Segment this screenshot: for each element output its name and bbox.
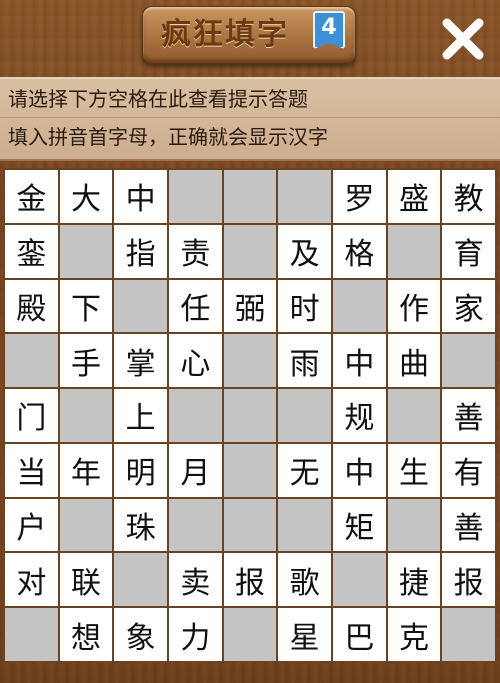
grid-cell-filled[interactable]: 想 <box>59 608 113 661</box>
grid-cell-empty[interactable] <box>387 224 441 278</box>
grid-cell-filled[interactable]: 善 <box>442 389 495 442</box>
grid-cell-filled[interactable]: 心 <box>169 334 222 388</box>
grid-cell-empty[interactable] <box>5 334 58 388</box>
grid-cell-empty[interactable] <box>59 224 113 278</box>
grid-cell-empty[interactable] <box>442 334 495 388</box>
grid-cell-empty[interactable] <box>387 498 441 552</box>
grid-cell-empty[interactable] <box>223 443 277 497</box>
grid-cell-filled[interactable]: 矩 <box>333 498 386 552</box>
grid-cell-filled[interactable]: 年 <box>59 443 113 497</box>
grid-cell-filled[interactable]: 门 <box>5 389 58 442</box>
grid-cell-empty[interactable] <box>387 389 441 442</box>
grid-cell-empty[interactable] <box>278 170 331 223</box>
grid-cell-filled[interactable]: 联 <box>59 553 113 607</box>
grid-cell-filled[interactable]: 弼 <box>223 279 277 333</box>
crossword-grid: 金大中罗盛教銮指责及格育殿下任弼时作家手掌心雨中曲门上规善当年明月无中生有户珠矩… <box>3 168 497 663</box>
grid-cell-empty[interactable] <box>442 608 495 661</box>
grid-cell-empty[interactable] <box>59 498 113 552</box>
grid-cell-filled[interactable]: 中 <box>114 170 167 223</box>
grid-cell-empty[interactable] <box>223 498 277 552</box>
header-bar: 疯狂填字 4 <box>0 0 500 74</box>
grid-cell-empty[interactable] <box>5 608 58 661</box>
grid-cell-empty[interactable] <box>223 224 277 278</box>
hint-text-line-1: 请选择下方空格在此查看提示答题 <box>8 87 308 111</box>
grid-cell-filled[interactable]: 户 <box>5 498 58 552</box>
grid-cell-empty[interactable] <box>333 279 386 333</box>
grid-cell-filled[interactable]: 善 <box>442 498 495 552</box>
grid-cell-empty[interactable] <box>278 498 331 552</box>
grid-cell-filled[interactable]: 銮 <box>5 224 58 278</box>
grid-cell-empty[interactable] <box>169 498 222 552</box>
grid-cell-filled[interactable]: 金 <box>5 170 58 223</box>
close-icon <box>442 18 484 60</box>
grid-cell-filled[interactable]: 时 <box>278 279 331 333</box>
grid-cell-empty[interactable] <box>169 170 222 223</box>
grid-cell-filled[interactable]: 卖 <box>169 553 222 607</box>
grid-cell-empty[interactable] <box>114 553 167 607</box>
grid-cell-filled[interactable]: 罗 <box>333 170 386 223</box>
grid-cell-filled[interactable]: 星 <box>278 608 331 661</box>
grid-cell-filled[interactable]: 及 <box>278 224 331 278</box>
grid-cell-filled[interactable]: 任 <box>169 279 222 333</box>
grid-cell-filled[interactable]: 教 <box>442 170 495 223</box>
grid-cell-filled[interactable]: 克 <box>387 608 441 661</box>
grid-cell-filled[interactable]: 对 <box>5 553 58 607</box>
grid-cell-filled[interactable]: 无 <box>278 443 331 497</box>
grid-cell-filled[interactable]: 掌 <box>114 334 167 388</box>
grid-cell-filled[interactable]: 大 <box>59 170 113 223</box>
grid-cell-empty[interactable] <box>223 608 277 661</box>
grid-cell-filled[interactable]: 下 <box>59 279 113 333</box>
grid-cell-filled[interactable]: 盛 <box>387 170 441 223</box>
grid-cell-filled[interactable]: 力 <box>169 608 222 661</box>
grid-cell-filled[interactable]: 报 <box>223 553 277 607</box>
grid-cell-filled[interactable]: 格 <box>333 224 386 278</box>
grid-cell-empty[interactable] <box>223 334 277 388</box>
grid-cell-filled[interactable]: 育 <box>442 224 495 278</box>
level-badge: 4 <box>313 11 345 49</box>
grid-cell-filled[interactable]: 作 <box>387 279 441 333</box>
grid-cell-filled[interactable]: 曲 <box>387 334 441 388</box>
close-button[interactable] <box>438 14 488 64</box>
grid-cell-filled[interactable]: 当 <box>5 443 58 497</box>
grid-cell-empty[interactable] <box>223 389 277 442</box>
grid-cell-filled[interactable]: 雨 <box>278 334 331 388</box>
grid-cell-filled[interactable]: 责 <box>169 224 222 278</box>
game-title: 疯狂填字 <box>161 17 289 52</box>
grid-cell-filled[interactable]: 捷 <box>387 553 441 607</box>
grid-cell-empty[interactable] <box>169 389 222 442</box>
grid-cell-filled[interactable]: 手 <box>59 334 113 388</box>
grid-cell-filled[interactable]: 象 <box>114 608 167 661</box>
grid-cell-filled[interactable]: 珠 <box>114 498 167 552</box>
grid-cell-empty[interactable] <box>114 279 167 333</box>
grid-cell-filled[interactable]: 上 <box>114 389 167 442</box>
grid-cell-filled[interactable]: 规 <box>333 389 386 442</box>
grid-cell-filled[interactable]: 家 <box>442 279 495 333</box>
hint-panel: 请选择下方空格在此查看提示答题 填入拼音首字母，正确就会显示汉字 <box>0 77 500 161</box>
grid-cell-filled[interactable]: 明 <box>114 443 167 497</box>
grid-cell-filled[interactable]: 指 <box>114 224 167 278</box>
grid-cell-empty[interactable] <box>223 170 277 223</box>
grid-cell-filled[interactable]: 歌 <box>278 553 331 607</box>
grid-cell-empty[interactable] <box>333 553 386 607</box>
grid-cell-filled[interactable]: 报 <box>442 553 495 607</box>
grid-cell-empty[interactable] <box>278 389 331 442</box>
grid-cell-filled[interactable]: 生 <box>387 443 441 497</box>
grid-cell-filled[interactable]: 有 <box>442 443 495 497</box>
grid-cell-filled[interactable]: 月 <box>169 443 222 497</box>
grid-cell-filled[interactable]: 巴 <box>333 608 386 661</box>
grid-cell-filled[interactable]: 中 <box>333 443 386 497</box>
hint-divider <box>0 117 500 118</box>
grid-cell-filled[interactable]: 中 <box>333 334 386 388</box>
hint-text-line-2: 填入拼音首字母，正确就会显示汉字 <box>8 125 328 149</box>
grid-cell-empty[interactable] <box>59 389 113 442</box>
grid-cell-filled[interactable]: 殿 <box>5 279 58 333</box>
game-title-plate: 疯狂填字 4 <box>142 6 356 64</box>
